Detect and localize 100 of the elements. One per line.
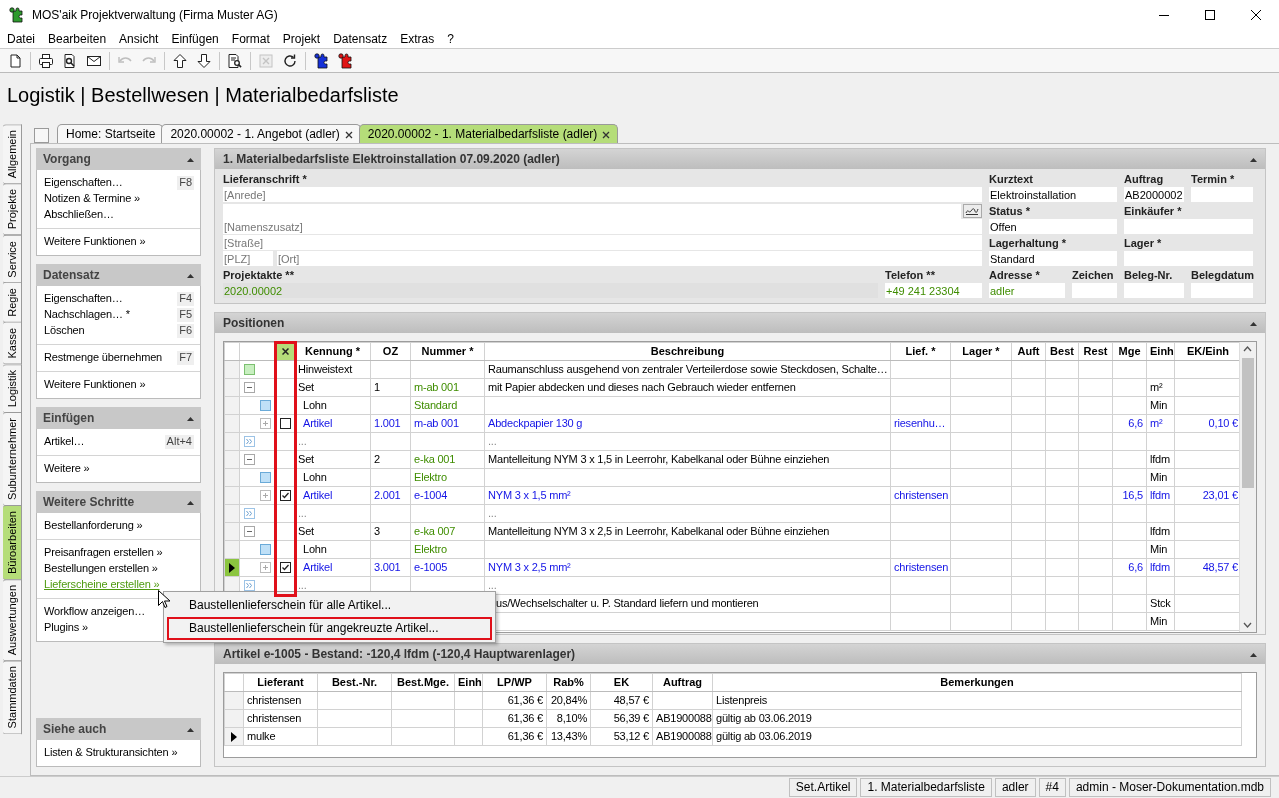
checkbox[interactable] — [279, 490, 291, 501]
input-field[interactable]: +49 241 23304 — [885, 283, 982, 298]
scrollbar[interactable] — [1239, 342, 1256, 632]
column-header[interactable]: OZ — [370, 342, 411, 361]
task-link[interactable]: Löschen — [44, 324, 85, 338]
menu-item[interactable]: Einfügen — [164, 30, 225, 48]
collapse-icon[interactable] — [187, 272, 194, 278]
menu-item[interactable]: Datei — [0, 30, 41, 48]
task-link[interactable]: Bestellanforderung » — [44, 519, 143, 533]
task-link[interactable]: Plugins » — [44, 621, 88, 635]
task-link[interactable]: Weitere » — [44, 462, 90, 476]
column-header[interactable]: Bemerkungen — [712, 673, 1242, 692]
menu-item[interactable]: Projekt — [275, 30, 327, 48]
column-header[interactable]: Rab% — [546, 673, 591, 692]
task-link[interactable]: Restmenge übernehmen — [44, 351, 163, 365]
task-link[interactable]: Eigenschaften… — [44, 176, 123, 190]
task-link[interactable]: Notizen & Termine » — [44, 192, 140, 206]
input-field[interactable]: [Namenszusatz] — [223, 219, 982, 234]
input-field[interactable]: Elektroinstallation — [989, 187, 1117, 202]
table-cell: Lohn — [294, 540, 371, 559]
column-header[interactable]: Best.Mge. — [391, 673, 455, 692]
column-header[interactable]: LP/WP — [482, 673, 547, 692]
side-tab[interactable]: Service — [3, 234, 22, 284]
side-tab[interactable]: Stammdaten — [3, 660, 22, 735]
task-link[interactable]: Lieferscheine erstellen » — [44, 578, 160, 592]
menu-item[interactable]: ? — [440, 30, 460, 48]
column-header[interactable]: Mge — [1112, 342, 1147, 361]
document-tab[interactable]: 2020.00002 - 1. Angebot (adler) — [161, 124, 361, 143]
field-label: Telefon ** — [885, 269, 936, 283]
collapse-icon[interactable] — [1250, 156, 1257, 162]
checkbox[interactable] — [279, 562, 291, 573]
task-link[interactable]: Eigenschaften… — [44, 292, 123, 306]
column-header[interactable]: Nummer * — [410, 342, 485, 361]
signature-button[interactable] — [962, 204, 982, 218]
menu-item[interactable]: Extras — [393, 30, 441, 48]
task-link[interactable]: Abschließen… — [44, 208, 114, 222]
column-header[interactable]: Kennung * — [294, 342, 371, 361]
cross-icon[interactable] — [281, 348, 289, 355]
menu-item[interactable]: Format — [224, 30, 276, 48]
task-link[interactable]: Workflow anzeigen… — [44, 605, 146, 619]
side-tab[interactable]: Büroarbeiten — [3, 504, 22, 580]
task-link[interactable]: Artikel… — [44, 435, 85, 449]
column-header[interactable]: Einh — [454, 673, 483, 692]
menu-item[interactable]: Ansicht — [112, 30, 165, 48]
column-header[interactable]: Auftrag — [652, 673, 713, 692]
menu-item[interactable]: Baustellenlieferschein für angekreuzte Artikel... — [167, 617, 492, 640]
menu-item[interactable]: Datensatz — [326, 30, 394, 48]
column-header[interactable]: Rest — [1078, 342, 1113, 361]
column-header[interactable]: Auft — [1011, 342, 1046, 361]
input-field[interactable] — [1072, 283, 1117, 298]
close-icon[interactable] — [344, 130, 353, 139]
collapse-icon[interactable] — [1250, 320, 1257, 326]
side-tab[interactable]: Logistik — [3, 363, 22, 413]
column-header[interactable]: Best — [1045, 342, 1079, 361]
collapse-icon[interactable] — [187, 499, 194, 505]
group-title: Datensatz — [43, 267, 100, 283]
input-field[interactable]: [Straße] — [223, 235, 982, 250]
input-field[interactable] — [1124, 283, 1184, 298]
column-header[interactable]: Lager * — [950, 342, 1012, 361]
tab-list-button[interactable] — [34, 128, 49, 143]
menu-item[interactable]: Bearbeiten — [41, 30, 113, 48]
document-tab[interactable]: Home: Startseite — [57, 124, 164, 143]
input-field[interactable] — [1124, 251, 1253, 266]
checkbox[interactable] — [279, 418, 291, 429]
collapse-icon[interactable] — [187, 156, 194, 162]
side-tab[interactable]: Regie — [3, 282, 22, 324]
input-field[interactable] — [223, 203, 961, 219]
side-tab[interactable]: Subunternehmer — [3, 412, 22, 506]
input-field[interactable]: [Anrede] — [223, 187, 982, 202]
input-field[interactable]: Standard — [989, 251, 1117, 266]
task-link[interactable]: Nachschlagen… * — [44, 308, 130, 322]
side-tab[interactable]: Projekte — [3, 183, 22, 236]
column-header[interactable]: Best.-Nr. — [317, 673, 392, 692]
side-tab[interactable]: Kasse — [3, 322, 22, 365]
field-label: Status * — [989, 205, 1031, 219]
input-field[interactable]: [PLZ] — [223, 251, 273, 266]
task-link[interactable]: Preisanfragen erstellen » — [44, 546, 163, 560]
input-field[interactable]: adler — [989, 283, 1065, 298]
input-field[interactable] — [1191, 187, 1253, 202]
input-field[interactable]: AB2000002 — [1124, 187, 1184, 202]
collapse-icon[interactable] — [187, 726, 194, 732]
input-field[interactable] — [1124, 219, 1253, 234]
task-link[interactable]: Weitere Funktionen » — [44, 235, 146, 249]
column-header[interactable]: EK/Einh — [1174, 342, 1240, 361]
column-header[interactable]: Lieferant — [243, 673, 318, 692]
close-icon[interactable] — [602, 130, 611, 139]
column-header[interactable]: Beschreibung — [484, 342, 891, 361]
collapse-icon[interactable] — [187, 415, 194, 421]
column-header[interactable]: Lief. * — [890, 342, 951, 361]
side-tab[interactable]: Allgemein — [3, 124, 22, 185]
input-field[interactable]: Offen — [989, 219, 1117, 234]
input-field[interactable] — [1191, 283, 1253, 298]
task-link[interactable]: Weitere Funktionen » — [44, 378, 146, 392]
document-tab[interactable]: 2020.00002 - 1. Materialbedarfsliste (adler) — [358, 124, 619, 143]
input-field[interactable]: [Ort] — [277, 251, 982, 266]
task-link[interactable]: Bestellungen erstellen » — [44, 562, 158, 576]
collapse-icon[interactable] — [1250, 651, 1257, 657]
column-header[interactable]: Einh — [1146, 342, 1175, 361]
column-header[interactable]: EK — [590, 673, 653, 692]
side-tab[interactable]: Auswertungen — [3, 578, 22, 662]
